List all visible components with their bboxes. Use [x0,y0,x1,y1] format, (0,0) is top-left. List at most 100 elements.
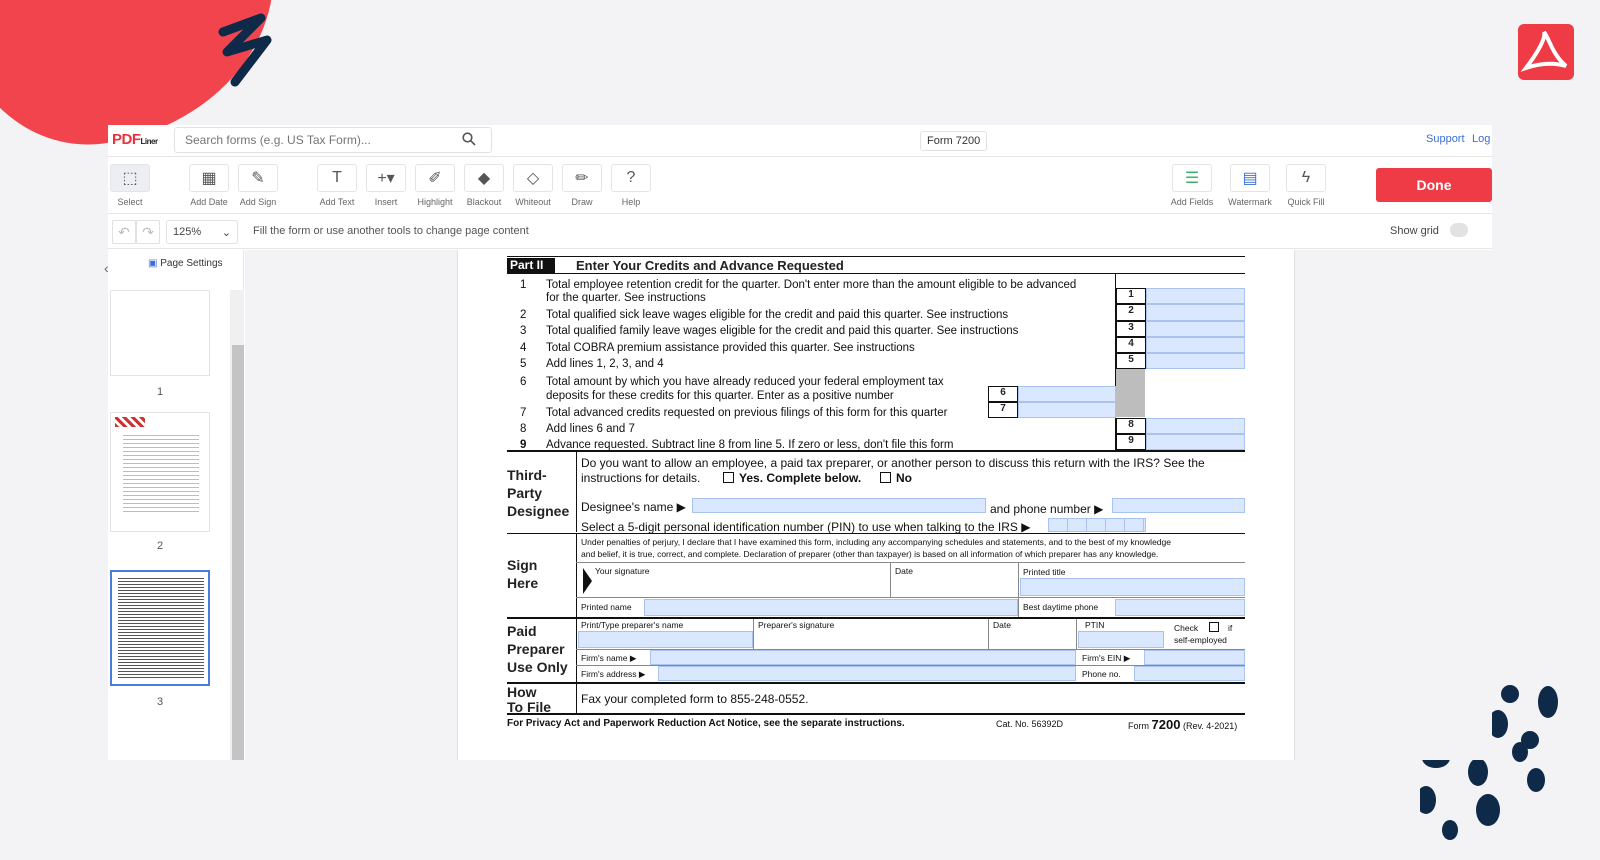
cursor-icon: ⬚ [110,164,150,192]
tool-watermark[interactable]: ▤ Watermark [1228,164,1272,210]
firm-name-label: Firm's name ▶ [581,653,637,663]
line-3-field[interactable] [1146,321,1245,337]
page-settings-icon: ▣ [148,258,161,269]
third-party-heading: Third- Party Designee [507,467,570,519]
page-thumbnail-2[interactable] [110,412,210,532]
tool-label: Draw [571,197,593,207]
tool-highlight[interactable]: ✐ Highlight [413,164,457,210]
line-text: Total qualified family leave wages eligi… [546,325,1019,337]
page-thumbnail-3-active[interactable] [110,570,210,686]
printed-name-field[interactable] [644,599,1018,616]
line-9-field[interactable] [1146,434,1245,450]
ptin-label: PTIN [1085,620,1105,630]
sidebar-scroll-thumb[interactable] [232,345,244,760]
no-checkbox[interactable] [880,472,891,483]
line-text: Total employee retention credit for the … [546,279,1077,291]
pin-label: Select a 5-digit personal identification… [581,520,1031,534]
designee-phone-field[interactable] [1112,498,1245,513]
preparer-phone-field[interactable] [1134,666,1245,681]
daytime-phone-label: Best daytime phone [1023,602,1099,612]
firm-address-field[interactable] [658,666,1076,681]
document-title[interactable]: Form 7200 [920,131,988,151]
sign-date-label: Date [895,566,913,576]
privacy-notice: For Privacy Act and Paperwork Reduction … [507,718,905,729]
yes-checkbox[interactable] [723,472,734,483]
chevron-left-icon[interactable]: ‹ [104,260,109,276]
calendar-icon: ▦ [189,164,229,192]
document-canvas: Part II Enter Your Credits and Advance R… [245,250,1492,760]
support-link[interactable]: Support [1426,133,1465,145]
tool-add-text[interactable]: T Add Text [315,164,359,210]
designee-question: instructions for details. [581,471,701,485]
question-icon: ? [611,164,651,192]
tool-label: Watermark [1228,197,1272,207]
line-text: Total qualified sick leave wages eligibl… [546,309,1009,321]
tool-draw[interactable]: ✏ Draw [560,164,604,210]
preparer-name-label: Print/Type preparer's name [581,620,684,630]
daytime-phone-field[interactable] [1115,599,1245,616]
tool-label: Quick Fill [1287,197,1325,207]
designee-phone-label: and phone number ▶ [990,502,1104,516]
penalty-text: and belief, it is true, correct, and com… [581,549,1159,559]
decorative-squiggle [218,13,272,87]
signature-pen-icon: ✎ [238,164,278,192]
tool-select[interactable]: ⬚ Select [108,164,152,210]
line-8-field[interactable] [1146,418,1245,434]
page-number: 1 [156,386,164,398]
top-bar: PDFLiner Form 7200 Support Log [108,125,1492,157]
if-label: if [1228,623,1233,633]
undo-icon[interactable]: ↶ [112,220,136,244]
line-1-field[interactable] [1146,288,1245,304]
firm-name-field[interactable] [650,650,1076,665]
redo-icon[interactable]: ↷ [136,220,160,244]
penalty-text: Under penalties of perjury, I declare th… [581,537,1171,547]
done-button[interactable]: Done [1376,168,1492,202]
show-grid-toggle[interactable] [1450,223,1468,237]
preparer-name-field[interactable] [578,631,753,648]
pdf-app-logo-icon [1518,24,1574,80]
log-link[interactable]: Log [1472,133,1490,145]
tool-label: Add Date [190,197,228,207]
line-text: Total advanced credits requested on prev… [546,407,948,419]
watermark-icon: ▤ [1230,164,1270,192]
whiteout-eraser-icon: ◇ [513,164,553,192]
line-text: Total amount by which you have already r… [546,376,944,388]
line-7-field[interactable] [1018,402,1116,418]
zoom-select[interactable]: 125% ⌄ [166,220,238,244]
tool-label: Blackout [466,197,502,207]
tool-add-fields[interactable]: ☰ Add Fields [1170,164,1214,210]
search-icon[interactable] [462,132,476,146]
ptin-field[interactable] [1078,631,1164,648]
how-to-file-heading: How To File [507,684,552,715]
line-4-field[interactable] [1146,337,1245,353]
printed-title-field[interactable] [1020,578,1245,596]
part-ii-title: Enter Your Credits and Advance Requested [576,258,844,273]
firm-address-label: Firm's address ▶ [581,669,646,679]
pin-field[interactable] [1048,518,1146,532]
line-text: Total COBRA premium assistance provided … [546,342,915,354]
line-number: 2 [520,309,527,321]
tool-whiteout[interactable]: ◇ Whiteout [511,164,555,210]
search-input[interactable] [174,127,492,153]
brand-logo[interactable]: PDFLiner [112,131,158,148]
tool-add-sign[interactable]: ✎ Add Sign [236,164,280,210]
tool-help[interactable]: ? Help [609,164,653,210]
tool-quick-fill[interactable]: ϟ Quick Fill [1284,164,1328,210]
self-employed-checkbox[interactable] [1209,622,1219,632]
chevron-down-icon: ⌄ [221,227,231,239]
preparer-date-label: Date [993,620,1011,630]
line-2-field[interactable] [1146,304,1245,321]
line-6-field[interactable] [1018,386,1116,402]
tool-insert[interactable]: +▾ Insert [364,164,408,210]
line-text: Add lines 1, 2, 3, and 4 [546,358,664,370]
line-5-field[interactable] [1146,353,1245,369]
tool-blackout[interactable]: ◆ Blackout [462,164,506,210]
tool-add-date[interactable]: ▦ Add Date [187,164,231,210]
preparer-phone-label: Phone no. [1082,669,1121,679]
toolbar: ⬚ Select ▦ Add Date ✎ Add Sign T Add Text +▾… [108,158,1492,214]
line-number: 7 [520,407,527,419]
page-settings-button[interactable]: ▣ Page Settings [148,258,223,269]
designee-name-field[interactable] [692,498,986,513]
firm-ein-field[interactable] [1144,650,1245,665]
page-thumbnail-1[interactable] [110,290,210,376]
